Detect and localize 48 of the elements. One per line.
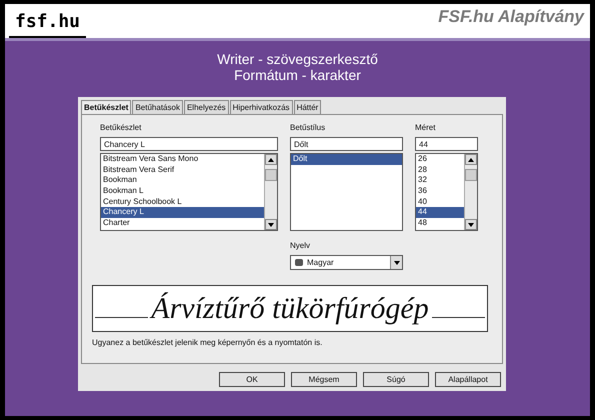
organization-name: FSF.hu Alapítvány [438,7,584,27]
input-field[interactable]: Chancery L [100,137,278,151]
tab[interactable]: Háttér [294,100,322,114]
scrollbar[interactable] [264,154,277,230]
list-box[interactable]: 26 28 32 36 40 44 48 [415,153,478,231]
tab[interactable]: Hiperhivatkozás [230,100,293,114]
tab[interactable]: Betűkészlet [81,100,132,114]
list-item[interactable]: Chancery L [101,207,264,218]
scroll-up-button[interactable] [465,154,477,165]
slide-title: Writer - szövegszerkesztő [217,51,378,67]
slide-title: Formátum - karakter [234,67,361,83]
list-item[interactable]: Charter [101,218,264,229]
list-item[interactable]: Bookman L [101,186,264,197]
scroll-down-button[interactable] [465,219,477,230]
dialog-button[interactable]: Súgó [363,372,429,387]
field-label: Méret [415,123,436,134]
input-field[interactable]: Dőlt [290,137,403,151]
list-box[interactable]: Bitstream Vera Sans Mono Bitstream Vera Serif Bookman Bookman L Century Schoolbook L Chancery L Charter [100,153,278,231]
list-item[interactable]: 48 [416,218,464,229]
tab[interactable]: Betűhatások [132,100,183,114]
list-item[interactable]: 44 [416,207,464,218]
scroll-thumb[interactable] [265,169,277,181]
language-dropdown[interactable]: Magyar [290,255,403,270]
dialog-button[interactable]: Alapállapot [435,372,501,387]
list-item[interactable]: Bitstream Vera Serif [101,164,264,176]
field-label: Betűkészlet [100,123,142,134]
scroll-up-button[interactable] [265,154,277,165]
input-field[interactable]: 44 [415,137,478,151]
list-box[interactable]: Dőlt [290,153,403,231]
list-item[interactable]: 26 [416,154,464,165]
scroll-thumb[interactable] [465,169,477,181]
list-item[interactable]: Dőlt [291,154,402,165]
list-item[interactable]: Bitstream Vera Sans Mono [101,154,264,165]
list-item[interactable]: Bookman [101,175,264,186]
dialog-button[interactable]: OK [219,372,285,387]
tab[interactable]: Elhelyezés [184,100,229,114]
scrollbar[interactable] [464,154,477,230]
note-text: Ugyanez a betűkészlet jelenik meg képernyőn és a nyomtatón is. [92,338,324,347]
field-label: Betűstílus [290,123,326,134]
preview-text: Árvíztűrő tükörfúrógép [148,292,430,326]
dialog-button[interactable]: Mégsem [291,372,357,387]
list-item[interactable]: 40 [416,196,464,208]
list-item[interactable]: 28 [416,164,464,176]
list-item[interactable]: Century Schoolbook L [101,196,264,208]
list-item[interactable]: 32 [416,175,464,186]
scroll-down-button[interactable] [265,219,277,230]
field-label: Nyelv [290,241,312,252]
list-item[interactable]: 36 [416,186,464,197]
